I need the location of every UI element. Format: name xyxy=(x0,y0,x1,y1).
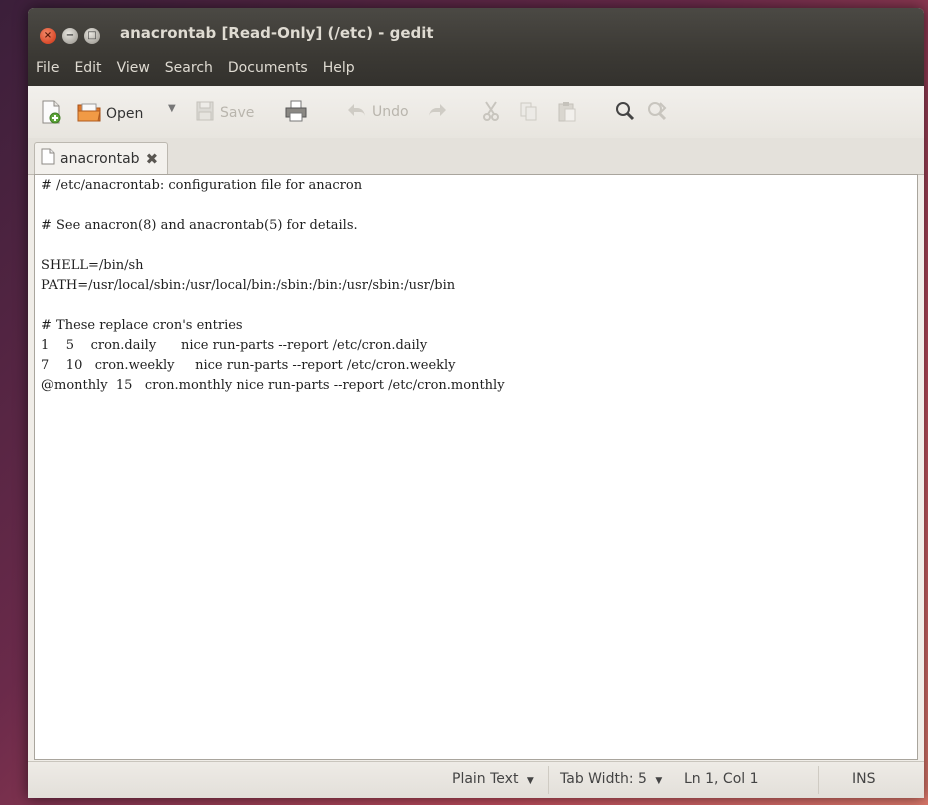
copy-button[interactable] xyxy=(518,100,540,126)
close-window-button[interactable]: × xyxy=(40,28,56,44)
menu-help[interactable]: Help xyxy=(315,58,362,78)
insert-mode: INS xyxy=(852,771,876,787)
save-label: Save xyxy=(220,105,255,121)
print-button[interactable] xyxy=(284,100,308,126)
minimize-window-button[interactable]: − xyxy=(62,28,78,44)
open-label: Open xyxy=(106,106,144,122)
maximize-window-button[interactable]: □ xyxy=(84,28,100,44)
menu-file[interactable]: File xyxy=(28,58,66,78)
tab-label: anacrontab xyxy=(60,150,140,167)
chevron-down-icon: ▼ xyxy=(168,103,176,114)
gedit-window: × − □ anacrontab [Read-Only] (/etc) - ge… xyxy=(28,8,924,798)
paste-icon xyxy=(556,100,578,126)
toolbar: Open ▼ Save Undo xyxy=(28,86,924,139)
cursor-position: Ln 1, Col 1 xyxy=(684,771,759,787)
redo-icon xyxy=(426,100,448,124)
tab-anacrontab[interactable]: anacrontab ✖ xyxy=(34,142,168,174)
window-title: anacrontab [Read-Only] (/etc) - gedit xyxy=(120,24,434,42)
document-icon xyxy=(41,148,55,169)
redo-button[interactable] xyxy=(426,100,448,124)
title-bar[interactable]: × − □ anacrontab [Read-Only] (/etc) - ge… xyxy=(28,8,924,86)
paste-button[interactable] xyxy=(556,100,578,126)
editor-lines: # /etc/anacrontab: configuration file fo… xyxy=(35,175,917,396)
replace-icon xyxy=(646,100,668,126)
chevron-down-icon: ▼ xyxy=(526,776,534,786)
tab-width-selector[interactable]: Tab Width: 5 ▼ xyxy=(560,771,662,787)
close-tab-icon[interactable]: ✖ xyxy=(146,150,159,168)
code-line: @monthly 15 cron.monthly nice run-parts … xyxy=(41,378,505,393)
save-icon xyxy=(194,100,216,126)
save-button[interactable]: Save xyxy=(194,100,254,126)
code-line: 1 5 cron.daily nice run-parts --report /… xyxy=(41,338,428,353)
status-separator xyxy=(818,766,819,794)
replace-button[interactable] xyxy=(646,100,668,126)
chevron-down-icon: ▼ xyxy=(655,776,663,786)
tab-bar: anacrontab ✖ xyxy=(28,138,924,175)
open-button[interactable]: Open xyxy=(76,100,143,128)
status-bar: Plain Text ▼ Tab Width: 5 ▼ Ln 1, Col 1 … xyxy=(28,761,924,798)
copy-icon xyxy=(518,100,540,126)
new-button[interactable] xyxy=(40,100,62,128)
language-selector[interactable]: Plain Text ▼ xyxy=(452,771,534,787)
code-line: SHELL=/bin/sh xyxy=(41,258,144,273)
search-icon xyxy=(614,100,636,126)
new-document-icon xyxy=(40,100,62,128)
undo-button[interactable]: Undo xyxy=(346,100,409,124)
cut-button[interactable] xyxy=(480,100,502,126)
menu-search[interactable]: Search xyxy=(157,58,220,78)
printer-icon xyxy=(284,100,308,126)
code-line: # These replace cron's entries xyxy=(41,318,243,333)
cut-icon xyxy=(480,100,502,126)
window-controls: × − □ xyxy=(40,28,100,44)
tab-width-label: Tab Width: 5 xyxy=(560,771,647,787)
undo-icon xyxy=(346,100,368,124)
menu-bar: File Edit View Search Documents Help xyxy=(28,58,362,78)
open-recent-dropdown[interactable]: ▼ xyxy=(168,103,176,114)
menu-edit[interactable]: Edit xyxy=(66,58,108,78)
code-line: 7 10 cron.weekly nice run-parts --report… xyxy=(41,358,456,373)
menu-view[interactable]: View xyxy=(109,58,157,78)
code-line: PATH=/usr/local/sbin:/usr/local/bin:/sbi… xyxy=(41,278,456,293)
language-label: Plain Text xyxy=(452,771,519,787)
menu-documents[interactable]: Documents xyxy=(220,58,315,78)
text-editor[interactable]: # /etc/anacrontab: configuration file fo… xyxy=(34,174,918,760)
undo-label: Undo xyxy=(372,104,409,120)
find-button[interactable] xyxy=(614,100,636,126)
folder-icon xyxy=(76,100,102,128)
status-separator xyxy=(548,766,549,794)
code-line: # /etc/anacrontab: configuration file fo… xyxy=(41,178,363,193)
code-line: # See anacron(8) and anacrontab(5) for d… xyxy=(41,218,358,233)
